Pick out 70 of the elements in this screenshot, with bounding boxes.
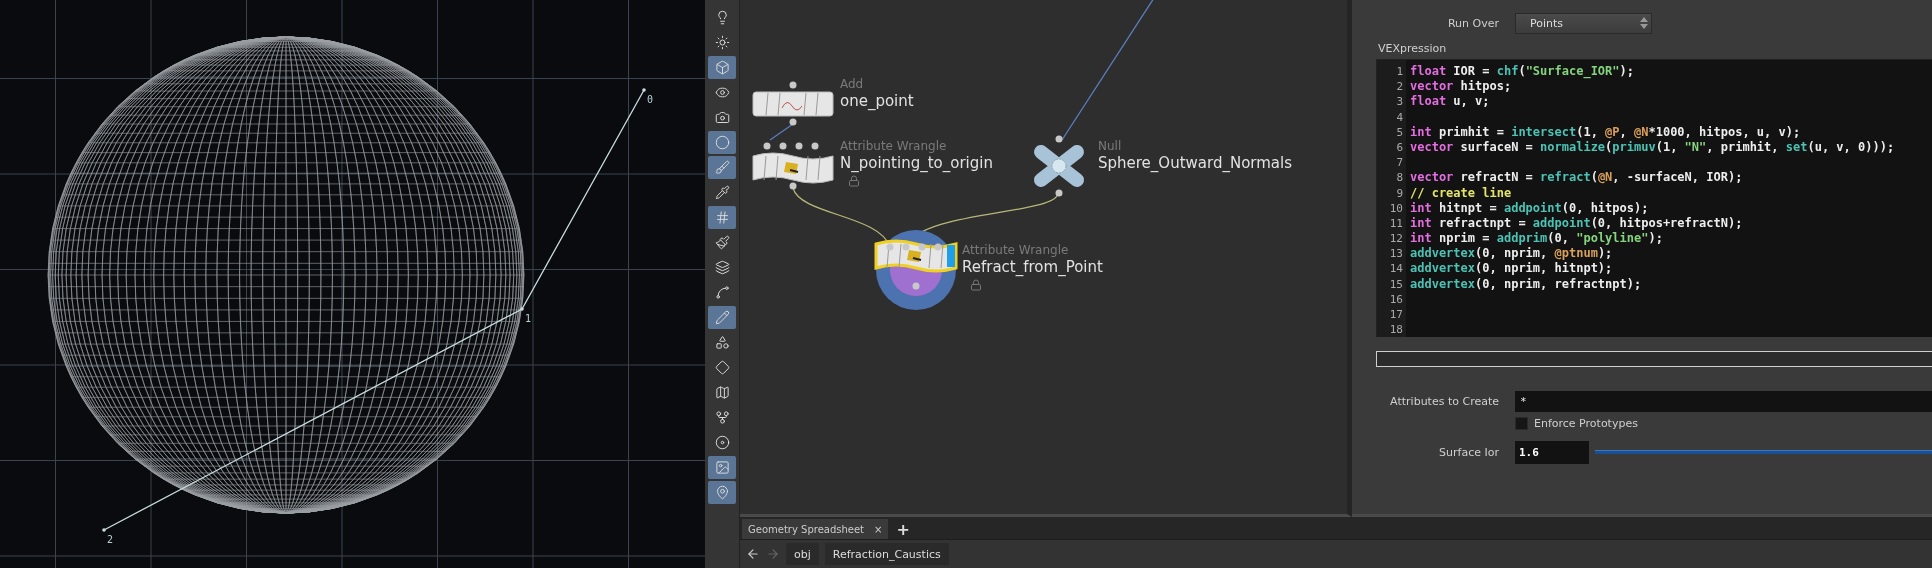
node-name: N_pointing_to_origin	[840, 154, 993, 173]
code-editor[interactable]	[1376, 59, 1932, 338]
node-name: Sphere_Outward_Normals	[1098, 154, 1292, 173]
code-line: vector refractN = refract(@N, -surfaceN, IOR);	[1410, 170, 1743, 186]
code-line: int hitnpt = addpoint(0, hitpos);	[1410, 200, 1649, 216]
attributes-field[interactable]: *	[1515, 390, 1932, 412]
field-label: Run Over	[1446, 16, 1499, 30]
pin-icon[interactable]	[708, 481, 736, 504]
line-number: 4	[1396, 109, 1403, 125]
node-type-label: Add	[840, 76, 864, 92]
code-line: vector hitpos;	[1410, 79, 1512, 95]
network-node[interactable]	[750, 80, 836, 126]
number-icon[interactable]	[708, 206, 736, 229]
code-line: addvertex(0, nprim, refractnpt);	[1410, 276, 1642, 292]
node-type-label: Attribute Wrangle	[962, 242, 1069, 258]
field-label: Attributes to Create	[1389, 394, 1499, 408]
point-number: 2	[107, 534, 114, 545]
line-number: 1	[1396, 64, 1403, 80]
run-over-dropdown[interactable]: Points	[1515, 12, 1652, 34]
code-line: // create line	[1410, 185, 1512, 201]
number-field[interactable]: 1.6	[1515, 440, 1589, 464]
slider-fill[interactable]	[1595, 450, 1932, 455]
line-number: 18	[1389, 322, 1403, 338]
line-number: 9	[1396, 185, 1403, 201]
line-number: 3	[1396, 94, 1403, 110]
point-marker	[642, 88, 646, 92]
line-number: 14	[1389, 261, 1403, 277]
line-number: 2	[1396, 79, 1403, 95]
checkbox[interactable]	[1515, 416, 1528, 430]
code-line: float IOR = chf("Surface_IOR");	[1410, 64, 1634, 80]
code-line: int primhit = intersect(1, @P, @N*1000, hitpos, u, v);	[1410, 124, 1801, 140]
code-line: addvertex(0, nprim, hitnpt);	[1410, 261, 1613, 277]
path-crumb[interactable]: Refraction_Caustics	[824, 543, 949, 565]
input-field[interactable]	[1376, 351, 1932, 368]
node-type-label: Attribute Wrangle	[840, 138, 947, 154]
point-number: 1	[525, 313, 532, 324]
code-line: float u, v;	[1410, 94, 1490, 110]
close-icon[interactable]: ×	[874, 523, 883, 535]
brush-icon[interactable]	[708, 156, 736, 179]
point-marker	[520, 307, 524, 311]
line-number: 8	[1396, 170, 1403, 186]
point-number: 0	[647, 94, 654, 105]
section-label: VEXpression	[1378, 42, 1447, 55]
back-icon[interactable]	[746, 547, 760, 561]
wire	[769, 123, 794, 141]
code-line: vector surfaceN = normalize(primuv(1, "N", primhit, set(u, v, 0)));	[1410, 139, 1895, 156]
line-number: 10	[1389, 200, 1403, 216]
line-number: 15	[1389, 276, 1403, 292]
line-number: 7	[1396, 155, 1403, 171]
point-marker	[102, 528, 106, 532]
add-tab-button[interactable]: +	[892, 519, 914, 539]
node-name: one_point	[840, 92, 914, 111]
line-number: 12	[1389, 231, 1403, 247]
line-number: 16	[1389, 291, 1403, 307]
line-number: 5	[1396, 124, 1403, 140]
code-line: addvertex(0, nprim, @ptnum);	[1410, 246, 1613, 262]
network-node[interactable]	[750, 140, 836, 190]
network-node[interactable]	[873, 228, 959, 312]
node-name: Refract_from_Point	[962, 258, 1103, 277]
code-line: int nprim = addprim(0, "polyline");	[1410, 231, 1663, 247]
pane-tab[interactable]: Geometry Spreadsheet ×	[742, 519, 889, 539]
line-number: 11	[1389, 215, 1403, 232]
code-line: int refractnpt = addpoint(0, hitpos+refractN);	[1410, 215, 1743, 232]
field-label: Surface Ior	[1438, 445, 1499, 459]
path-crumb[interactable]: obj	[786, 543, 819, 565]
line-number: 6	[1396, 139, 1403, 156]
line-number: 13	[1389, 246, 1403, 262]
line-number: 17	[1389, 307, 1403, 323]
node-type-label: Null	[1098, 138, 1122, 154]
checkbox-label: Enforce Prototypes	[1534, 416, 1638, 430]
